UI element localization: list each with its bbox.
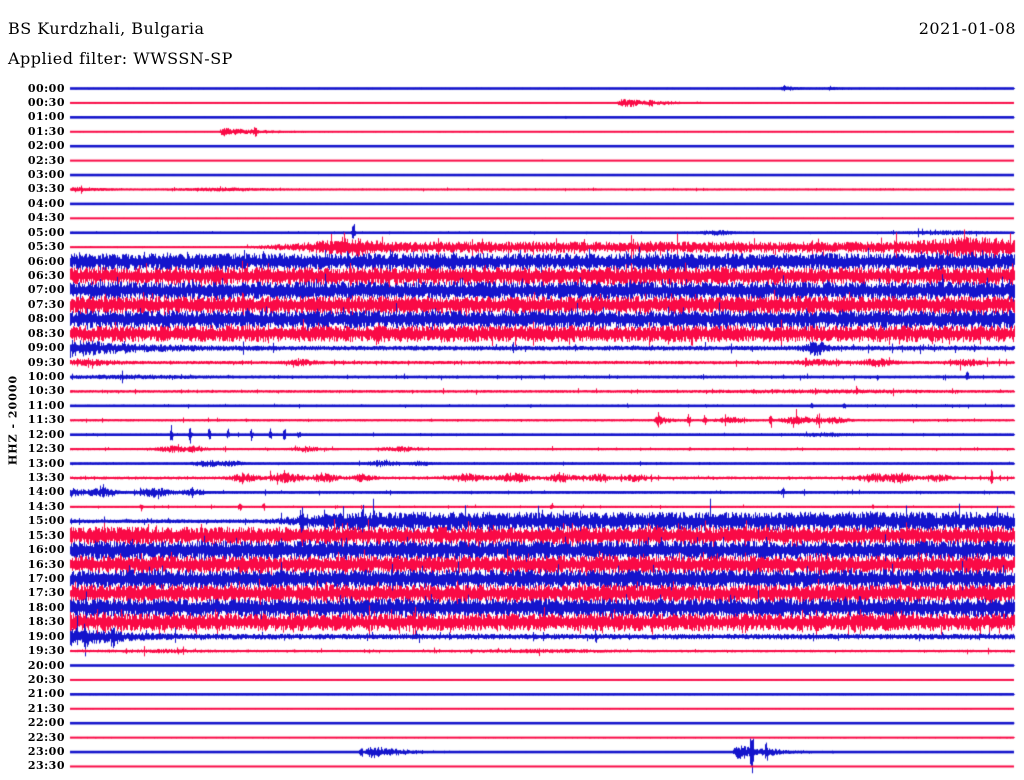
time-label: 04:00	[27, 196, 65, 210]
time-label: 17:00	[27, 571, 65, 585]
filter-label: Applied filter: WWSSN-SP	[8, 49, 233, 68]
time-label: 00:30	[27, 95, 65, 109]
time-label: 01:30	[27, 124, 65, 138]
time-label: 18:00	[27, 600, 65, 614]
time-label: 15:30	[27, 528, 65, 542]
time-label: 12:30	[27, 442, 65, 456]
time-label: 13:30	[27, 470, 65, 484]
time-label: 23:00	[27, 745, 65, 759]
time-label: 02:00	[27, 139, 65, 153]
time-label: 09:00	[27, 341, 65, 355]
time-label: 11:30	[27, 413, 65, 427]
station-title: BS Kurdzhali, Bulgaria	[8, 19, 205, 38]
time-label: 08:30	[27, 326, 65, 340]
time-label: 07:30	[27, 297, 65, 311]
date-label: 2021-01-08	[918, 19, 1016, 38]
time-label: 02:30	[27, 153, 65, 167]
time-label: 18:30	[27, 615, 65, 629]
time-label: 23:30	[27, 759, 65, 773]
time-label: 00:00	[27, 81, 65, 95]
time-label: 12:00	[27, 427, 65, 441]
time-label: 16:30	[27, 557, 65, 571]
time-label: 05:30	[27, 240, 65, 254]
time-label: 01:00	[27, 110, 65, 124]
time-label: 19:30	[27, 644, 65, 658]
time-label: 03:30	[27, 182, 65, 196]
time-label: 10:30	[27, 384, 65, 398]
time-label: 06:00	[27, 254, 65, 268]
time-label: 16:00	[27, 543, 65, 557]
time-label: 19:00	[27, 629, 65, 643]
time-label: 17:30	[27, 586, 65, 600]
time-label: 13:00	[27, 456, 65, 470]
time-label: 09:30	[27, 355, 65, 369]
time-label: 06:30	[27, 269, 65, 283]
time-label: 20:30	[27, 672, 65, 686]
time-label: 14:00	[27, 485, 65, 499]
helicorder-page: BS Kurdzhali, Bulgaria Applied filter: W…	[0, 0, 1024, 780]
time-label: 21:00	[27, 687, 65, 701]
time-label: 15:00	[27, 514, 65, 528]
time-label: 22:30	[27, 730, 65, 744]
time-label: 05:00	[27, 225, 65, 239]
time-label: 10:00	[27, 370, 65, 383]
helicorder-canvas	[0, 0, 1024, 780]
time-label: 11:00	[27, 398, 65, 412]
time-label: 14:30	[27, 499, 65, 513]
time-label: 04:30	[27, 211, 65, 225]
time-label: 20:00	[27, 658, 65, 672]
time-label: 22:00	[27, 716, 65, 730]
time-label: 21:30	[27, 701, 65, 715]
time-label: 08:00	[27, 312, 65, 326]
time-label: 03:00	[27, 168, 65, 182]
time-label: 07:00	[27, 283, 65, 297]
